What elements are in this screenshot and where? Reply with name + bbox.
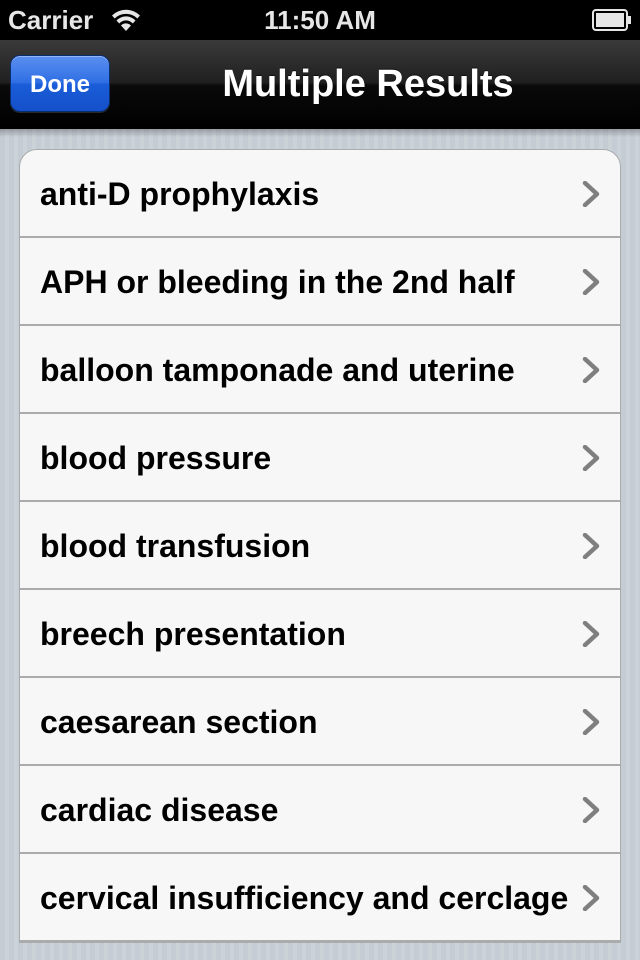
chevron-right-icon [582,181,600,207]
result-label: cardiac disease [40,792,279,828]
result-label: anti-D prophylaxis [40,176,320,212]
result-label: APH or bleeding in the 2nd half [40,264,515,300]
result-row[interactable]: cervical insufficiency and cerclage [20,854,620,942]
result-label: balloon tamponade and uterine [40,352,515,388]
result-label: cervical insufficiency and cerclage [40,880,569,916]
chevron-right-icon [582,709,600,735]
chevron-right-icon [582,269,600,295]
chevron-right-icon [582,885,600,911]
result-row[interactable]: blood transfusion [20,502,620,590]
result-label: blood pressure [40,440,272,476]
navigation-bar: Done Multiple Results [0,40,640,129]
result-row[interactable]: blood pressure [20,414,620,502]
done-button[interactable]: Done [10,55,110,112]
results-list: anti-D prophylaxis APH or bleeding in the… [19,149,621,943]
chevron-right-icon [582,621,600,647]
result-row[interactable]: caesarean section [20,678,620,766]
result-row[interactable]: APH or bleeding in the 2nd half [20,238,620,326]
result-row[interactable]: breech presentation [20,590,620,678]
result-row[interactable]: balloon tamponade and uterine [20,326,620,414]
result-label: blood transfusion [40,528,311,564]
result-label: breech presentation [40,616,346,652]
status-time: 11:50 AM [264,5,376,35]
result-row[interactable]: anti-D prophylaxis [20,150,620,238]
result-row[interactable]: cardiac disease [20,766,620,854]
chevron-right-icon [582,445,600,471]
nav-shadow [0,129,640,137]
status-bar: Carrier 11:50 AM [0,0,640,40]
chevron-right-icon [582,797,600,823]
chevron-right-icon [582,357,600,383]
result-label: caesarean section [40,704,318,740]
page-title: Multiple Results [222,63,514,105]
chevron-right-icon [582,533,600,559]
battery-icon [592,9,631,31]
